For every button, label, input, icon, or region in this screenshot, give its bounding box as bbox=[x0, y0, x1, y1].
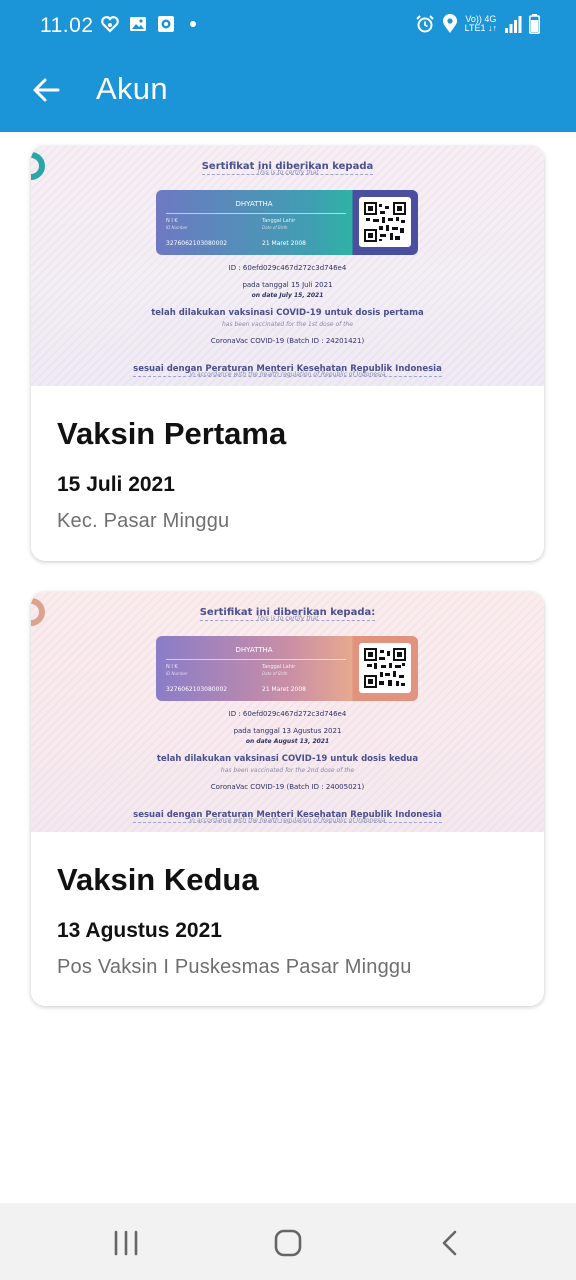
cert-date-en: on date August 13, 2021 bbox=[245, 738, 330, 745]
cert-name: DHYATTHA bbox=[235, 200, 273, 208]
cert-id: ID : 60efd029c467d272c3d746e4 bbox=[228, 710, 347, 718]
vaccine-title: Vaksin Kedua bbox=[57, 862, 259, 897]
notification-icons bbox=[100, 14, 196, 34]
vaccine-card-second[interactable]: Sertifikat ini diberikan kepada: This is… bbox=[31, 592, 544, 1006]
cert-dose: telah dilakukan vaksinasi COVID-19 untuk… bbox=[151, 308, 424, 318]
cert-heading-en: This is to certify that bbox=[256, 169, 319, 176]
cert-id: ID : 60efd029c467d272c3d746e4 bbox=[228, 264, 347, 272]
certificate-image: Sertifikat ini diberikan kepada: This is… bbox=[31, 592, 544, 832]
cert-regulation-en: in accordance with the health regulation… bbox=[189, 817, 386, 824]
certificate-image: Sertifikat ini diberikan kepada This is … bbox=[31, 146, 544, 386]
id-card: DHYATTHA N I K ID Number Tanggal Lahir D… bbox=[156, 190, 418, 255]
cert-dob: 21 Maret 2008 bbox=[262, 240, 306, 247]
home-icon bbox=[274, 1229, 302, 1257]
qr-code-icon bbox=[359, 643, 411, 693]
recent-apps-icon bbox=[114, 1230, 138, 1256]
system-nav-bar bbox=[0, 1203, 576, 1280]
gallery-icon bbox=[130, 17, 146, 31]
vaccine-title: Vaksin Pertama bbox=[57, 416, 287, 451]
page-title: Akun bbox=[96, 71, 168, 106]
camera-app-icon bbox=[158, 16, 174, 32]
location-icon bbox=[442, 14, 457, 33]
recent-apps-button[interactable] bbox=[106, 1223, 146, 1263]
cert-nik: 3276062103080002 bbox=[166, 240, 228, 247]
vaccine-location: Pos Vaksin I Puskesmas Pasar Minggu bbox=[57, 956, 412, 978]
battery-icon bbox=[529, 14, 540, 34]
cert-dob: 21 Maret 2008 bbox=[262, 686, 306, 693]
vaccine-date: 15 Juli 2021 bbox=[57, 473, 175, 496]
qr-code-icon bbox=[359, 197, 411, 247]
more-notifications-icon bbox=[190, 21, 196, 27]
app-bar: Akun bbox=[0, 52, 576, 132]
vaccine-location: Kec. Pasar Minggu bbox=[57, 510, 230, 532]
nav-back-button[interactable] bbox=[430, 1223, 470, 1263]
cert-regulation-en: in accordance with the health regulation… bbox=[189, 371, 386, 378]
status-bar: 11.02 Vo)) 4G LTE1 ↓↑ bbox=[0, 0, 576, 52]
cert-name: DHYATTHA bbox=[235, 646, 273, 654]
heart-app-icon bbox=[101, 16, 119, 33]
cert-dose-en: has been vaccinated for the 2nd dose of … bbox=[220, 767, 355, 774]
cert-vaccine: CoronaVac COVID-19 (Batch ID : 24201421) bbox=[210, 337, 365, 345]
vaccine-date: 13 Agustus 2021 bbox=[57, 919, 222, 942]
alarm-icon bbox=[415, 15, 434, 33]
vaccine-card-first[interactable]: Sertifikat ini diberikan kepada This is … bbox=[31, 146, 544, 561]
system-icons: Vo)) 4G LTE1 ↓↑ bbox=[415, 14, 540, 34]
cert-vaccine: CoronaVac COVID-19 (Batch ID : 24005021) bbox=[210, 783, 365, 791]
back-button[interactable] bbox=[26, 70, 66, 110]
cert-date: pada tanggal 13 Agustus 2021 bbox=[233, 727, 342, 735]
cert-heading-en: This is to certify that bbox=[256, 615, 319, 622]
cert-dose: telah dilakukan vaksinasi COVID-19 untuk… bbox=[156, 754, 419, 764]
arrow-back-icon bbox=[33, 78, 60, 102]
status-time: 11.02 bbox=[40, 14, 94, 37]
back-icon bbox=[442, 1230, 457, 1256]
cert-nik: 3276062103080002 bbox=[166, 686, 228, 693]
home-button[interactable] bbox=[268, 1223, 308, 1263]
signal-icon bbox=[505, 16, 522, 33]
network-indicator: Vo)) 4G LTE1 ↓↑ bbox=[464, 14, 497, 33]
id-card: DHYATTHA N I K ID Number Tanggal Lahir D… bbox=[156, 636, 418, 701]
cert-dose-en: has been vaccinated for the 1st dose of … bbox=[221, 321, 353, 328]
cert-date: pada tanggal 15 Juli 2021 bbox=[242, 281, 333, 289]
cert-date-en: on date July 15, 2021 bbox=[251, 292, 324, 299]
